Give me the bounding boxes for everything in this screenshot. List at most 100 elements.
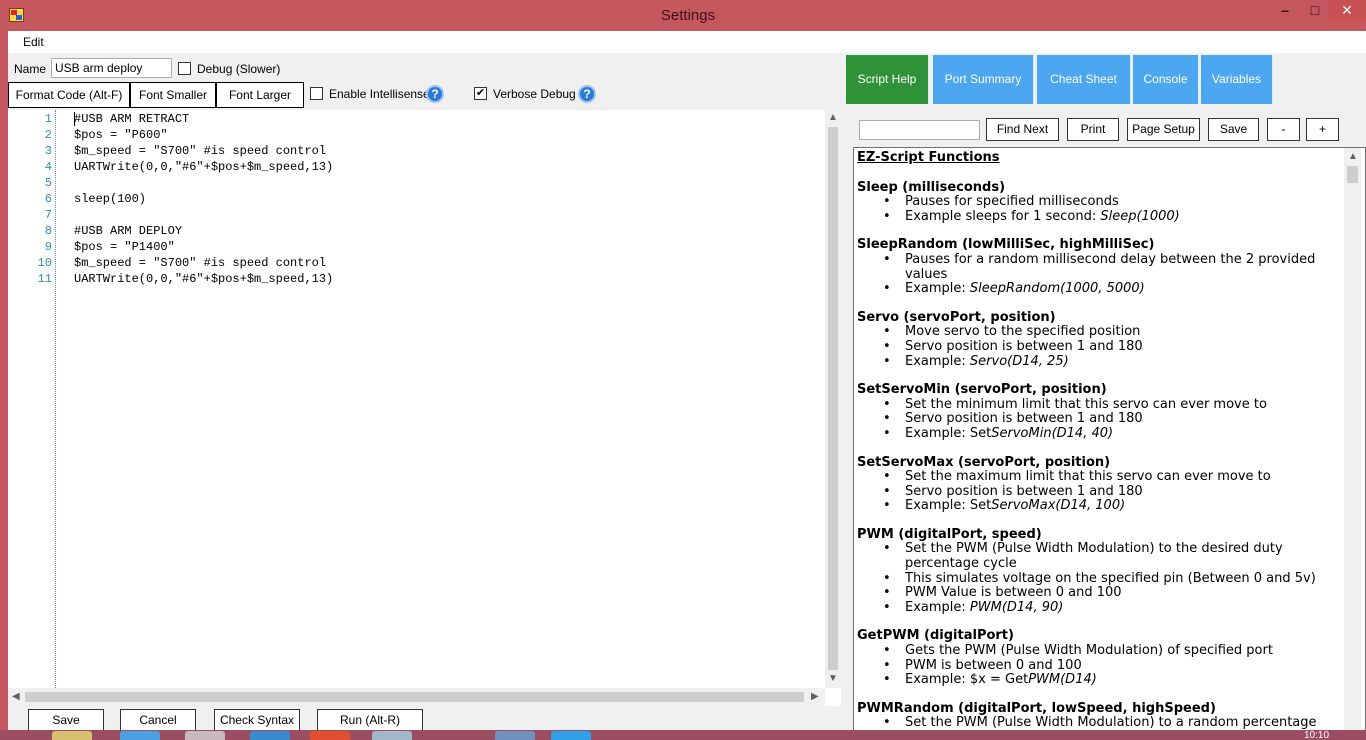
line-number: 5: [44, 176, 52, 190]
tab-variables[interactable]: Variables: [1201, 55, 1273, 104]
code-line[interactable]: UARTWrite(0,0,"#6"+$pos+$m_speed,13): [74, 160, 333, 174]
save-button[interactable]: Save: [28, 709, 104, 730]
code-line[interactable]: #USB ARM RETRACT: [74, 112, 189, 126]
editor-vscroll-thumb[interactable]: [828, 127, 838, 670]
help-bullet: Example: SetServoMax(D14, 100): [857, 498, 1345, 514]
help-bullet: Pauses for a random millisecond delay be…: [857, 252, 1345, 282]
name-input[interactable]: [51, 58, 172, 78]
run-button[interactable]: Run (Alt-R): [317, 709, 423, 730]
find-input[interactable]: [859, 120, 980, 140]
close-button[interactable]: ✕: [1328, 0, 1366, 21]
cancel-button[interactable]: Cancel: [120, 709, 196, 730]
scroll-down-icon[interactable]: ▼: [828, 673, 838, 684]
help-bullet: Move servo to the specified position: [857, 325, 1345, 340]
help-function-name: Servo (servoPort, position): [857, 309, 1056, 325]
help-vertical-scrollbar[interactable]: ▲: [1344, 148, 1361, 730]
help-function: Servo (servoPort, position)Move servo to…: [857, 309, 1345, 369]
line-number: 7: [44, 208, 52, 222]
help-bullet-text: Set the minimum limit that this servo ca…: [905, 396, 1267, 412]
help-bullet: Example sleeps for 1 second: Sleep(1000): [857, 208, 1345, 225]
help-example: Servo(D14, 25): [969, 353, 1069, 369]
line-number: 10: [37, 256, 52, 270]
help-vscroll-thumb[interactable]: [1347, 166, 1358, 183]
code-editor[interactable]: 1 2 3 4 5 6 7 8 9 10 11 #USB ARM RETRACT $pos = "P6…: [8, 110, 841, 706]
taskbar-app-1[interactable]: [52, 731, 92, 740]
taskbar-app-2[interactable]: [120, 731, 160, 740]
help-bullet: Example: PWM(D14, 90): [857, 599, 1345, 616]
code-line[interactable]: $m_speed = "S700" #is speed control: [74, 256, 326, 270]
code-line[interactable]: $m_speed = "S700" #is speed control: [74, 144, 326, 158]
check-syntax-button[interactable]: Check Syntax: [214, 709, 300, 730]
format-code-button[interactable]: Format Code (Alt-F): [8, 82, 130, 108]
debug-checkbox[interactable]: [178, 62, 191, 75]
font-larger-button[interactable]: Font Larger: [216, 82, 304, 108]
help-bullet: PWM Value is between 0 and 100: [857, 585, 1345, 601]
tab-cheat-sheet[interactable]: Cheat Sheet: [1037, 55, 1131, 104]
line-number: 11: [37, 272, 52, 286]
title-bar: Settings – □ ✕: [0, 0, 1366, 31]
taskbar-app-8[interactable]: [551, 731, 591, 740]
help-bullet-text: Example sleeps for 1 second:: [905, 208, 1101, 224]
script-help-pane[interactable]: EZ-Script Functions Sleep (milliseconds)…: [853, 147, 1366, 730]
code-line[interactable]: #USB ARM DEPLOY: [74, 224, 182, 238]
taskbar-app-3[interactable]: [185, 731, 225, 740]
zoom-in-button[interactable]: +: [1306, 118, 1339, 141]
help-scroll-up-icon[interactable]: ▲: [1348, 151, 1358, 162]
scroll-left-icon[interactable]: ◀: [12, 691, 20, 702]
tab-script-help[interactable]: Script Help: [846, 55, 929, 104]
code-line[interactable]: $pos = "P600": [74, 128, 168, 142]
tab-console[interactable]: Console: [1133, 55, 1199, 104]
help-bullet: Example: SleepRandom(1000, 5000): [857, 281, 1345, 297]
help-function-name: GetPWM (digitalPort): [857, 628, 1014, 644]
code-line[interactable]: sleep(100): [74, 192, 146, 206]
help-bullet: Gets the PWM (Pulse Width Modulation) of…: [857, 643, 1345, 659]
taskbar-app-7[interactable]: [495, 731, 535, 740]
code-line[interactable]: $pos = "P1400": [74, 240, 175, 254]
help-bullet: Example: $x = GetPWM(D14): [857, 672, 1345, 688]
editor-vertical-scrollbar[interactable]: ▲ ▼: [825, 110, 841, 688]
line-number: 3: [44, 144, 52, 158]
code-line[interactable]: UARTWrite(0,0,"#6"+$pos+$m_speed,13): [74, 272, 333, 286]
help-function: PWM (digitalPort, speed)Set the PWM (Pul…: [857, 527, 1345, 616]
scroll-up-icon[interactable]: ▲: [828, 112, 838, 123]
page-setup-button[interactable]: Page Setup: [1127, 118, 1200, 141]
taskbar-app-5[interactable]: [310, 731, 350, 740]
window-title: Settings: [660, 7, 716, 24]
font-smaller-button[interactable]: Font Smaller: [130, 82, 216, 108]
line-number-gutter: 1 2 3 4 5 6 7 8 9 10 11: [8, 110, 56, 688]
help-bullet-text: PWM Value is between 0 and 100: [905, 585, 1122, 601]
help-function-name: PWMRandom (digitalPort, lowSpeed, highSp…: [857, 700, 1216, 716]
help-function: SleepRandom (lowMilliSec, highMilliSec)P…: [857, 237, 1345, 297]
intellisense-help-icon[interactable]: ?: [426, 85, 444, 103]
taskbar-app-6[interactable]: [372, 731, 412, 740]
help-example: ServoMax(D14, 100): [991, 498, 1126, 514]
help-bullet-text: Servo position is between 1 and 180: [905, 338, 1143, 354]
menu-edit[interactable]: Edit: [23, 35, 44, 49]
zoom-out-button[interactable]: -: [1267, 118, 1300, 141]
help-bullet: Example: SetServoMin(D14, 40): [857, 426, 1345, 442]
taskbar-app-4[interactable]: [250, 731, 290, 740]
intellisense-checkbox[interactable]: [310, 87, 323, 100]
scroll-right-icon[interactable]: ▶: [811, 691, 819, 702]
print-button[interactable]: Print: [1067, 118, 1119, 141]
tab-port-summary[interactable]: Port Summary: [933, 55, 1034, 104]
help-bullet: This simulates voltage on the specified …: [857, 570, 1345, 587]
help-example: PWM(D14, 90): [969, 599, 1064, 615]
help-bullet: PWM is between 0 and 100: [857, 658, 1345, 674]
help-bullet-text: Pauses for specified milliseconds: [905, 194, 1119, 210]
help-function-name: SleepRandom (lowMilliSec, highMilliSec): [857, 237, 1155, 253]
minimize-button[interactable]: –: [1268, 0, 1302, 21]
help-bullet: Set the minimum limit that this servo ca…: [857, 396, 1345, 413]
find-next-button[interactable]: Find Next: [986, 118, 1059, 141]
text-caret: [74, 112, 75, 126]
verbose-debug-help-icon[interactable]: ?: [578, 85, 596, 103]
editor-hscroll-thumb[interactable]: [25, 692, 804, 702]
name-label: Name: [14, 62, 47, 76]
help-function: GetPWM (digitalPort)Gets the PWM (Pulse …: [857, 628, 1345, 688]
help-function: SetServoMin (servoPort, position)Set the…: [857, 383, 1345, 442]
editor-horizontal-scrollbar[interactable]: ◀ ▶: [8, 688, 825, 706]
help-save-button[interactable]: Save: [1208, 118, 1259, 141]
maximize-button[interactable]: □: [1302, 0, 1328, 21]
verbose-debug-checkbox[interactable]: ✔: [474, 87, 487, 100]
help-bullet-text: This simulates voltage on the specified …: [905, 570, 1316, 586]
